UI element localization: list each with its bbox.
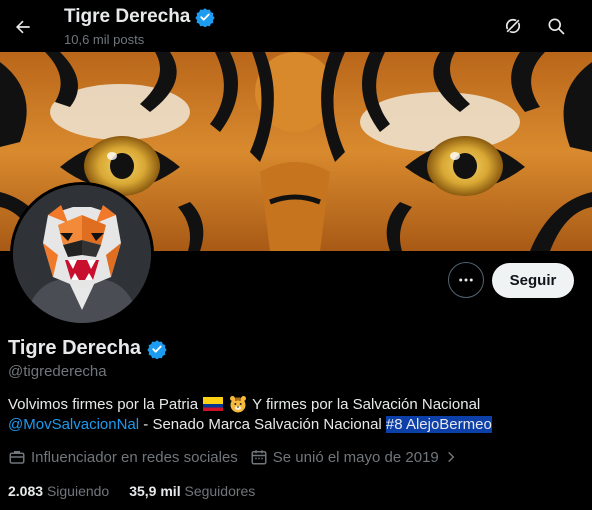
follow-button[interactable]: Seguir: [492, 263, 574, 298]
arrow-left-icon: [16, 20, 30, 34]
followers-label: Seguidores: [184, 483, 256, 499]
following-count: 2.083: [8, 483, 44, 499]
back-button[interactable]: [6, 10, 40, 44]
mention-link[interactable]: @MovSalvacionNal: [8, 416, 139, 433]
header-name: Tigre Derecha: [64, 6, 191, 27]
joined-label: Se unió el mayo de 2019: [272, 448, 439, 466]
verified-badge-icon[interactable]: [147, 339, 167, 359]
search-button[interactable]: [539, 9, 573, 43]
profile-name-row: Tigre Derecha: [8, 337, 167, 360]
following-label: Siguiendo: [46, 483, 110, 499]
category-label: Influenciador en redes sociales: [31, 448, 238, 466]
bio-line-1: Volvimos firmes por la Patria Y firmes p…: [8, 395, 480, 413]
profile-handle: @tigrederecha: [8, 363, 107, 380]
joined-item[interactable]: Se unió el mayo de 2019: [250, 448, 458, 466]
posts-count: 10,6 mil posts: [64, 32, 145, 47]
tiger-face-icon: [230, 396, 247, 413]
more-dots-icon: [459, 278, 473, 282]
avatar[interactable]: [10, 182, 154, 326]
briefcase-icon: [9, 451, 25, 464]
chevron-right-icon: [447, 451, 455, 463]
colombia-flag-icon: [203, 397, 224, 411]
top-bar: Tigre Derecha 10,6 mil posts: [0, 0, 592, 52]
grok-icon: [505, 18, 521, 34]
more-options-button[interactable]: [448, 262, 484, 298]
hashtag-link[interactable]: #8 AlejoBermeo: [385, 416, 492, 433]
profile-stats: 2.083 Siguiendo 35,9 mil Seguidores: [8, 483, 275, 499]
verified-badge-icon: [195, 8, 216, 27]
bio-text-2: - Senado Marca Salvación Nacional: [139, 416, 386, 433]
bio-text: Volvimos firmes por la Patria: [8, 395, 199, 413]
grok-button[interactable]: [496, 9, 530, 43]
search-icon: [548, 18, 565, 35]
calendar-icon: [251, 450, 267, 465]
category-item: Influenciador en redes sociales: [8, 448, 238, 466]
followers-count: 35,9 mil: [129, 483, 181, 499]
following-link[interactable]: 2.083 Siguiendo: [8, 483, 109, 499]
bio-line-2: @MovSalvacionNal - Senado Marca Salvació…: [8, 416, 492, 433]
profile-meta: Influenciador en redes sociales Se unió …: [8, 448, 470, 466]
followers-link[interactable]: 35,9 mil Seguidores: [129, 483, 255, 499]
bio-text-continued: Y firmes por la Salvación Nacional: [252, 395, 481, 413]
header-title: Tigre Derecha: [64, 6, 216, 28]
profile-name: Tigre Derecha: [8, 337, 142, 359]
